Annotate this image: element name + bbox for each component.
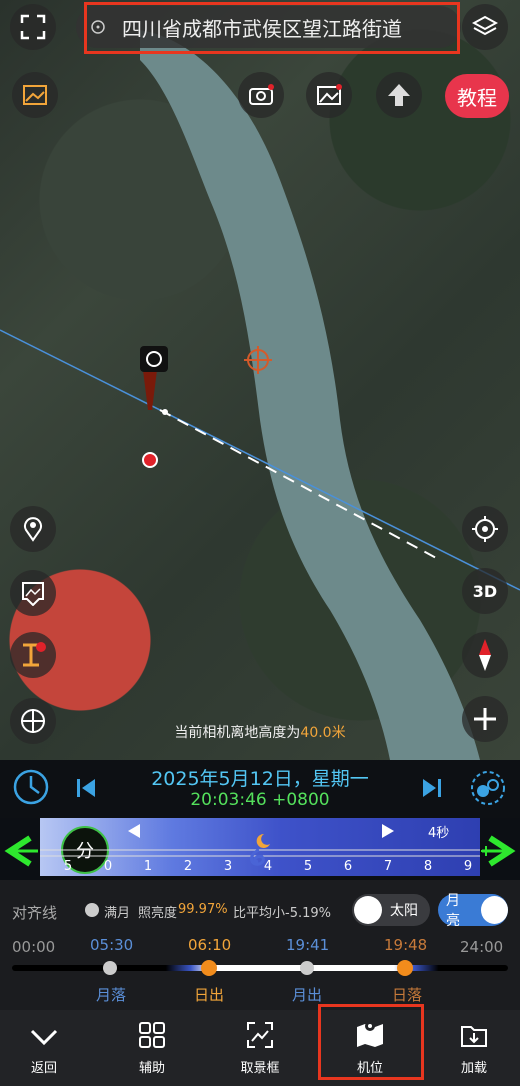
moon-toggle-knob (481, 896, 508, 924)
timeline-handle-icon[interactable] (244, 832, 274, 872)
gallery-button[interactable] (306, 72, 352, 118)
compass-needle-icon (479, 639, 491, 671)
tab-load[interactable]: 加载 (434, 1010, 514, 1086)
tab-label: 辅助 (138, 1061, 165, 1076)
sunrise-label: 日出 (194, 986, 225, 1004)
day-end-time: 24:00 (460, 938, 504, 956)
moonrise-time: 19:41 (286, 936, 330, 954)
photo-pin-icon (22, 582, 44, 606)
moon-toggle-label: 月亮 (446, 893, 460, 929)
camera-point (162, 409, 168, 415)
tick-label: 8 (423, 859, 433, 874)
3d-toggle-button[interactable]: 3D (462, 568, 508, 614)
play-forward-icon[interactable] (378, 822, 398, 840)
play-back-icon[interactable] (124, 822, 144, 840)
tick-label: 6 (343, 859, 353, 874)
altitude-readout: 当前相机离地高度为40.0米 (0, 722, 520, 742)
tab-assist[interactable]: 辅助 (112, 1010, 192, 1086)
fullscreen-icon (20, 14, 46, 40)
height-icon (23, 642, 46, 667)
tick-label: 7 (383, 859, 393, 874)
tick-label: 0 (103, 859, 113, 874)
pin-marker-button[interactable] (10, 506, 56, 552)
photo-marker-button[interactable] (10, 570, 56, 616)
fullscreen-button[interactable] (10, 4, 56, 50)
sun-toggle-label: 太阳 (390, 903, 418, 919)
tick-label: 1 (143, 859, 153, 874)
moon-phase: 满月 (104, 906, 131, 921)
folder-download-icon (461, 1026, 487, 1047)
sunrise-marker (201, 960, 217, 976)
tutorial-button[interactable]: 教程 (445, 74, 509, 118)
altitude-label: 当前相机离地高度为 (174, 725, 301, 741)
illumination-value: 99.97% (178, 902, 228, 917)
landscape-icon (317, 84, 342, 105)
tab-label: 取景框 (240, 1061, 280, 1076)
sun-toggle-knob (354, 896, 382, 924)
skip-forward-icon (423, 779, 441, 797)
moonset-marker (103, 961, 117, 975)
skip-forward-button[interactable] (414, 770, 450, 806)
tick-label: 9 (463, 859, 473, 874)
tab-viewfinder[interactable]: 取景框 (220, 1010, 300, 1086)
layers-button[interactable] (462, 4, 508, 50)
moonrise-marker (300, 961, 314, 975)
illumination-label: 照亮度 (138, 906, 178, 921)
gps-icon (472, 516, 498, 542)
photo-toggle-button[interactable] (12, 72, 58, 118)
speed-label: 4秒 (428, 826, 450, 841)
river (140, 30, 480, 760)
tick-label: 5 (303, 859, 313, 874)
camera-photo-button[interactable] (238, 72, 284, 118)
sun-moon-button[interactable] (468, 768, 508, 808)
forward-arrow-icon[interactable] (480, 828, 520, 874)
moonrise-label: 月出 (292, 986, 323, 1004)
tab-back[interactable]: 返回 (4, 1010, 84, 1086)
locate-me-button[interactable] (462, 506, 508, 552)
image-icon (23, 85, 47, 105)
tick-label: 3 (223, 859, 233, 874)
grid-icon (139, 1022, 165, 1048)
altitude-value: 40.0米 (300, 725, 346, 741)
moonset-time: 05:30 (90, 936, 134, 954)
tab-label: 加载 (460, 1061, 487, 1076)
chevron-down-icon (30, 1029, 58, 1046)
moon-toggle[interactable]: 月亮 (438, 893, 508, 929)
sunrise-time: 06:10 (188, 936, 232, 954)
sunset-marker (397, 960, 413, 976)
full-moon-icon (85, 903, 99, 917)
tick-label: 5 (63, 859, 73, 874)
align-line-label[interactable]: 对齐线 (12, 902, 57, 923)
location-dot (142, 452, 158, 468)
active-tab-highlight (318, 1004, 424, 1080)
compass-button[interactable] (462, 632, 508, 678)
day-start-time: 00:00 (12, 938, 56, 956)
sun-moon-icon (471, 771, 505, 805)
rewind-arrow-icon[interactable] (0, 828, 40, 874)
direction-button[interactable] (376, 72, 422, 118)
height-tool-button[interactable] (10, 632, 56, 678)
camera-icon (249, 84, 274, 105)
arrow-up-icon (388, 84, 410, 106)
tab-label: 返回 (30, 1061, 57, 1076)
day-light-bar (12, 960, 508, 976)
layers-icon (472, 15, 498, 36)
viewfinder-icon (247, 1022, 273, 1048)
sunset-time: 19:48 (384, 936, 428, 954)
search-highlight-box (84, 2, 460, 54)
moon-size-note: 比平均小-5.19% (233, 906, 331, 921)
moonset-label: 月落 (96, 986, 127, 1004)
sun-toggle[interactable]: 太阳 (352, 894, 430, 926)
camera-pin-icon[interactable] (140, 346, 168, 410)
sunset-label: 日落 (392, 986, 423, 1004)
tick-label: 2 (183, 859, 193, 874)
map-marker-icon (24, 517, 42, 542)
